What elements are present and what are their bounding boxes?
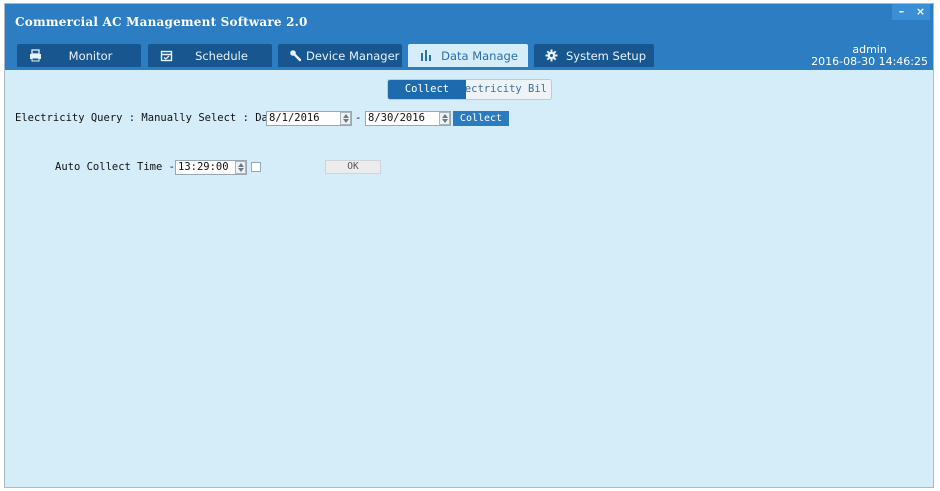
time-spinner[interactable] (235, 161, 246, 174)
electricity-bill-segment[interactable]: Electricity Bil (466, 80, 551, 99)
calendar-icon (159, 49, 173, 63)
gear-icon (545, 49, 558, 63)
tab-label: System Setup (566, 48, 647, 63)
collect-segment[interactable]: Collect (388, 80, 466, 99)
tab-monitor[interactable]: Monitor (17, 44, 141, 67)
close-button[interactable]: × (911, 4, 930, 20)
app-title: Commercial AC Management Software 2.0 (15, 15, 308, 29)
date-range-dash: - (355, 112, 362, 124)
tab-schedule[interactable]: Schedule (148, 44, 272, 67)
minimize-button[interactable]: – (892, 4, 911, 20)
title-bar: Commercial AC Management Software 2.0 – … (5, 4, 933, 70)
query-label: Electricity Query : Manually Select : Da… (15, 112, 287, 124)
tab-label: Data Manage (441, 48, 518, 63)
user-info: admin 2016-08-30 14:46:25 (811, 44, 928, 68)
ok-button[interactable]: OK (325, 160, 381, 174)
auto-collect-checkbox[interactable] (251, 162, 261, 172)
start-date-spinner[interactable] (340, 112, 351, 125)
tab-system-setup[interactable]: System Setup (534, 44, 654, 67)
auto-collect-label: Auto Collect (55, 161, 131, 173)
tab-label: Monitor (68, 48, 113, 63)
printer-icon (28, 49, 42, 63)
window-controls: – × (892, 4, 930, 20)
tab-device-manager[interactable]: Device Manager (278, 44, 402, 67)
time-label: Time - (137, 161, 175, 173)
end-date-spinner[interactable] (439, 112, 450, 125)
tab-label: Device Manager (306, 48, 400, 63)
view-switcher: Collect Electricity Bil (387, 79, 552, 100)
collect-button[interactable]: Collect (453, 111, 509, 126)
tab-label: Schedule (195, 48, 248, 63)
app-window: Commercial AC Management Software 2.0 – … (4, 3, 934, 488)
datetime: 2016-08-30 14:46:25 (811, 55, 928, 68)
wrench-icon (289, 49, 302, 63)
tab-data-manage[interactable]: Data Manage (408, 44, 528, 67)
bar-chart-icon (419, 49, 433, 63)
